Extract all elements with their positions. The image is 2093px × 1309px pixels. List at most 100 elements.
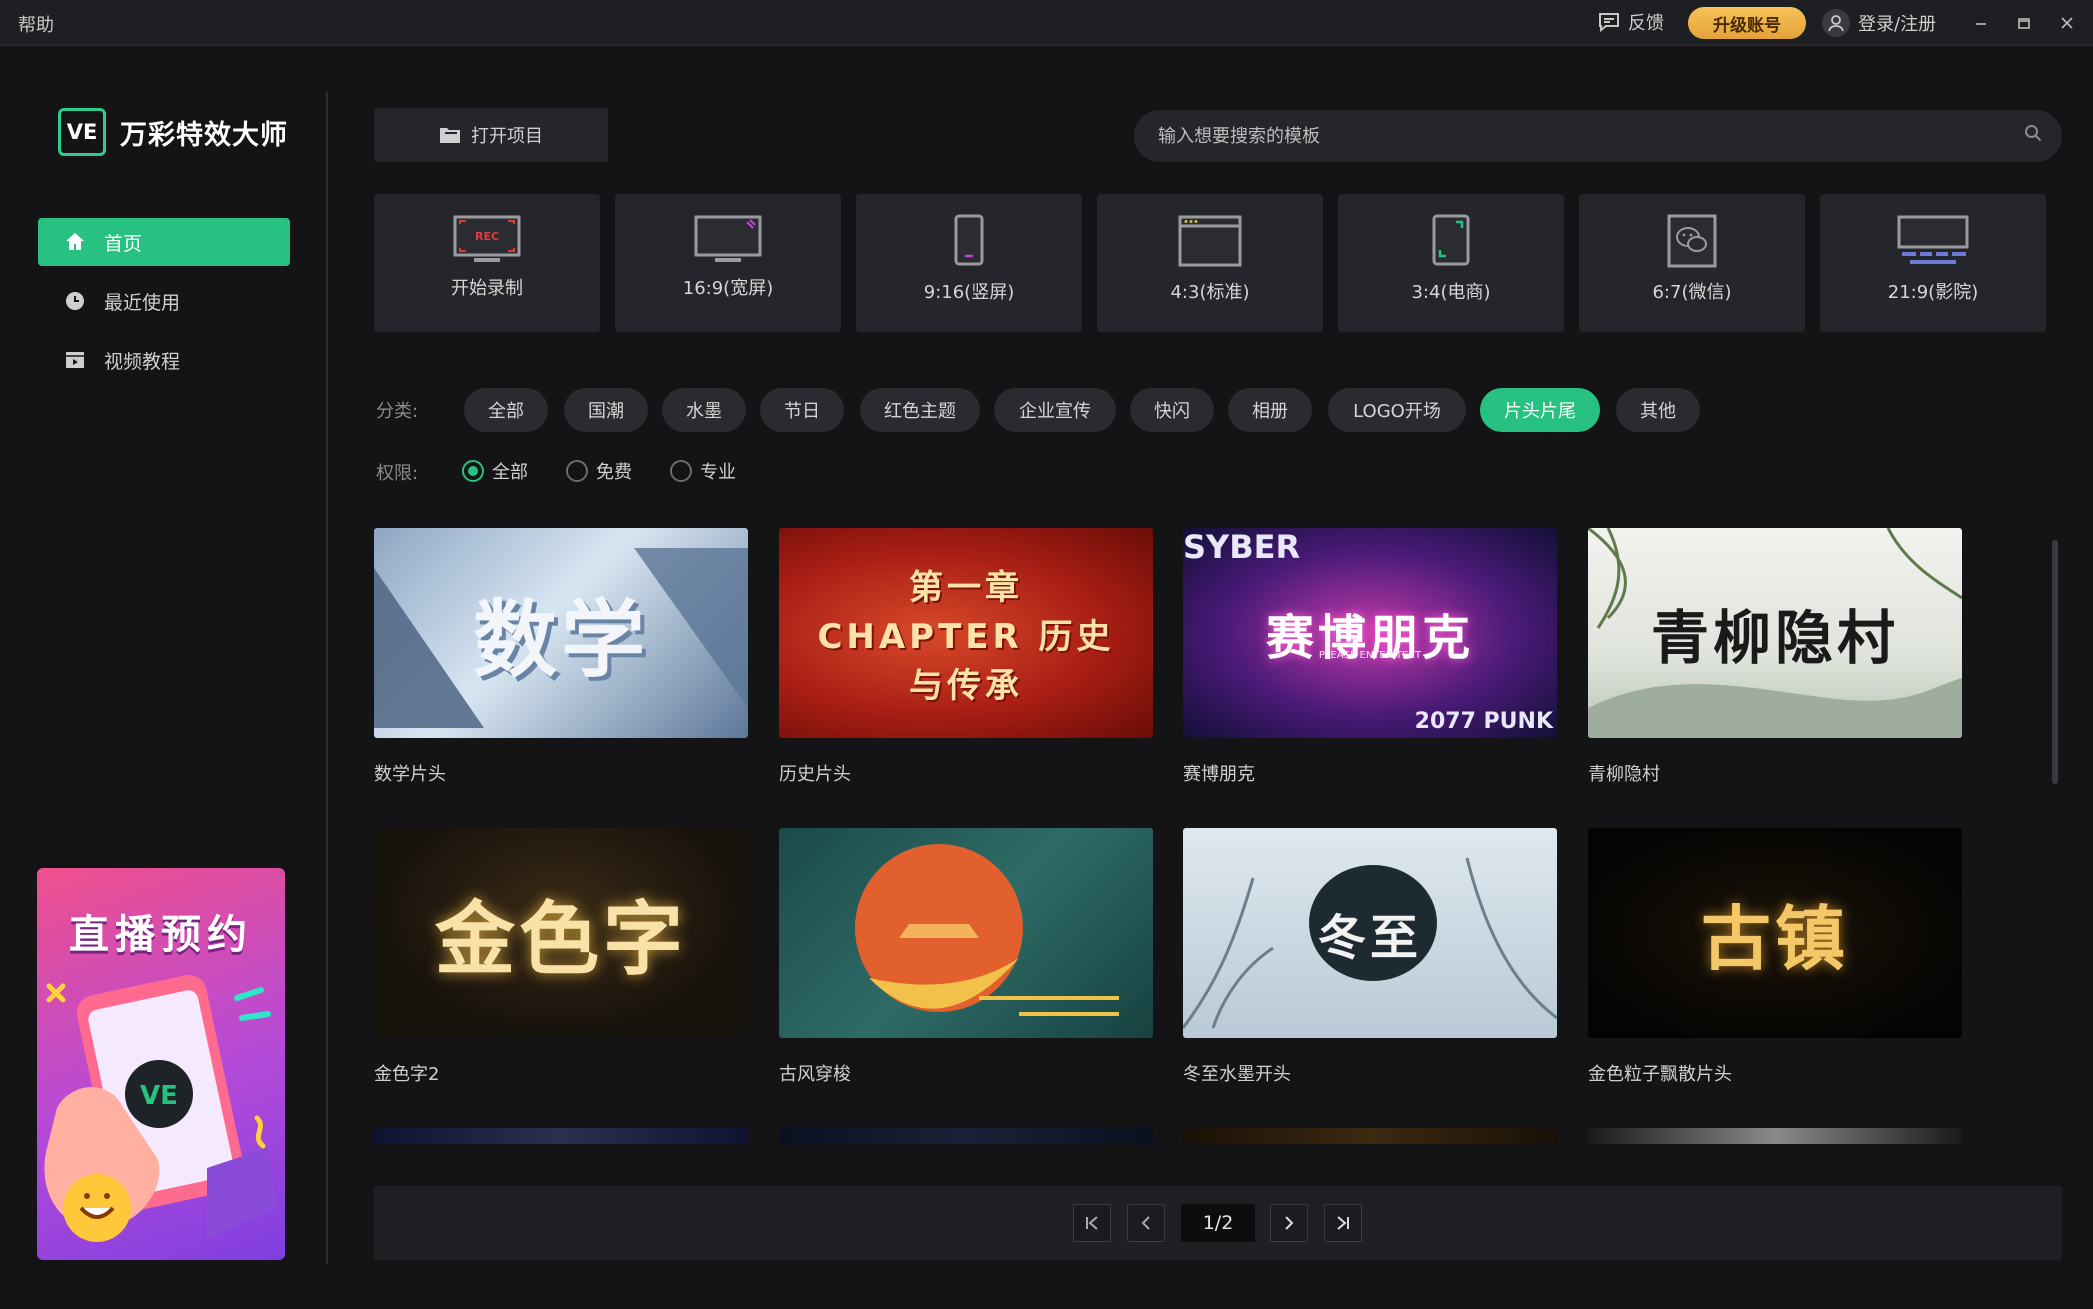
template-name: 赛博朋克	[1183, 764, 1255, 785]
clock-icon	[66, 292, 84, 310]
open-project-label: 打开项目	[471, 126, 543, 147]
template-thumbnail: 古镇	[1588, 828, 1962, 1038]
category-chip-corporate[interactable]: 企业宣传	[994, 388, 1116, 432]
ratio-card-6-7[interactable]: 6:7(微信)	[1579, 194, 1805, 332]
ratio-label: 21:9(影院)	[1887, 282, 1979, 303]
category-chip-red-theme[interactable]: 红色主题	[860, 388, 980, 432]
radio-label: 全部	[492, 462, 528, 483]
category-chip-intro-outro[interactable]: 片头片尾	[1480, 388, 1600, 432]
category-chip-logo-opening[interactable]: LOGO开场	[1328, 388, 1466, 432]
template-thumbnail: SYBER 2077 PUNK 赛博朋克 PLEASE ENTER TEXT	[1183, 528, 1557, 738]
category-chip-ink[interactable]: 水墨	[662, 388, 746, 432]
sidebar-item-label: 首页	[104, 232, 143, 255]
upgrade-account-button[interactable]: 升级账号	[1688, 7, 1806, 39]
feedback-button[interactable]: 反馈	[1598, 9, 1664, 35]
radio-label: 专业	[700, 462, 736, 483]
template-card-gold-text[interactable]: 金色字 金色字2	[374, 828, 748, 1086]
category-chip-other[interactable]: 其他	[1616, 388, 1700, 432]
previous-page-button[interactable]	[1127, 1204, 1165, 1242]
login-register-button[interactable]: 登录/注册	[1822, 9, 1936, 37]
template-thumbnail: 数学	[374, 528, 748, 738]
permission-radio-all[interactable]: 全部	[462, 458, 528, 484]
category-chip-all[interactable]: 全部	[464, 388, 548, 432]
banner-ve-badge: VE	[140, 1081, 178, 1111]
wechat-icon	[1667, 214, 1717, 268]
app-logo: VE 万彩特效大师	[58, 108, 288, 156]
template-sub-text: PLEASE ENTER TEXT	[1318, 650, 1422, 661]
first-page-button[interactable]	[1073, 1204, 1111, 1242]
category-chip-festival[interactable]: 节日	[760, 388, 844, 432]
template-search-input[interactable]	[1134, 110, 2062, 162]
ratio-card-16-9[interactable]: 16:9(宽屏)	[615, 194, 841, 332]
template-thumbnail: 第一章 CHAPTER 历史与传承	[779, 528, 1153, 738]
svg-text:REC: REC	[475, 230, 499, 243]
permission-radio-free[interactable]: 免费	[566, 458, 632, 484]
radio-indicator	[566, 460, 588, 482]
ratio-card-9-16[interactable]: 9:16(竖屏)	[856, 194, 1082, 332]
radio-indicator	[462, 460, 484, 482]
category-chip-guochao[interactable]: 国潮	[564, 388, 648, 432]
open-project-button[interactable]: 打开项目	[374, 108, 608, 162]
last-page-button[interactable]	[1324, 1204, 1362, 1242]
template-art-text: 古镇	[1701, 897, 1849, 980]
sidebar-item-home[interactable]: 首页	[38, 218, 290, 266]
template-card-partial[interactable]	[374, 1128, 748, 1144]
template-card-qingliu-village[interactable]: 青柳隐村 青柳隐村	[1588, 528, 1962, 786]
template-card-gold-particles[interactable]: 古镇 金色粒子飘散片头	[1588, 828, 1962, 1086]
minimize-button[interactable]	[1966, 8, 1996, 38]
template-thumbnail: 青柳隐村	[1588, 528, 1962, 738]
chevron-right-icon	[1285, 1216, 1294, 1230]
template-thumbnail	[779, 828, 1153, 1038]
template-card-winter-ink[interactable]: 冬至 冬至水墨开头	[1183, 828, 1557, 1086]
permission-filter-label: 权限:	[376, 463, 419, 484]
last-page-icon	[1337, 1216, 1349, 1230]
ratio-card-3-4[interactable]: 3:4(电商)	[1338, 194, 1564, 332]
template-name: 金色字2	[374, 1064, 440, 1085]
next-page-button[interactable]	[1270, 1204, 1308, 1242]
feedback-icon	[1599, 13, 1619, 32]
sidebar-item-tutorials[interactable]: 视频教程	[38, 336, 290, 384]
ratio-label: 3:4(电商)	[1411, 282, 1491, 303]
category-chip-album[interactable]: 相册	[1228, 388, 1312, 432]
home-icon	[66, 233, 84, 250]
close-button[interactable]	[2052, 8, 2082, 38]
ratio-label: 16:9(宽屏)	[682, 278, 774, 299]
template-name: 古风穿梭	[779, 1064, 851, 1085]
template-corner-text: 2077 PUNK	[1414, 709, 1553, 734]
chevron-left-icon	[1141, 1216, 1150, 1230]
ratio-label: 4:3(标准)	[1170, 282, 1250, 303]
template-card-partial[interactable]	[1588, 1128, 1962, 1144]
record-screen-icon: REC	[453, 215, 521, 262]
template-card-partial[interactable]	[1183, 1128, 1557, 1144]
permission-radio-pro[interactable]: 专业	[670, 458, 736, 484]
close-icon	[2061, 17, 2073, 29]
maximize-icon	[2018, 18, 2030, 29]
logo-mark: VE	[58, 108, 106, 156]
phone-hand-illustration: VE	[44, 975, 277, 1242]
title-bar: 帮助 反馈 升级账号 登录/注册	[0, 0, 2093, 46]
ratio-card-record[interactable]: REC 开始录制	[374, 194, 600, 332]
template-card-ancient-shuttle[interactable]: 古风穿梭	[779, 828, 1153, 1086]
page-indicator: 1/2	[1181, 1204, 1255, 1242]
live-booking-banner[interactable]: 直播预约 VE	[37, 868, 285, 1260]
maximize-button[interactable]	[2009, 8, 2039, 38]
help-menu[interactable]: 帮助	[18, 11, 54, 37]
template-art-text: 第一章 CHAPTER 历史与传承	[817, 567, 1115, 706]
vertical-scrollbar[interactable]	[2052, 540, 2058, 784]
search-icon[interactable]	[2024, 124, 2042, 142]
ratio-card-21-9[interactable]: 21:9(影院)	[1820, 194, 2046, 332]
template-card-partial[interactable]	[779, 1128, 1153, 1144]
feedback-label: 反馈	[1628, 13, 1664, 34]
template-corner-text: SYBER	[1183, 528, 1301, 566]
folder-icon	[440, 128, 460, 143]
template-card-history[interactable]: 第一章 CHAPTER 历史与传承 历史片头	[779, 528, 1153, 786]
template-art-text: 青柳隐村	[1650, 604, 1899, 672]
ratio-card-4-3[interactable]: 4:3(标准)	[1097, 194, 1323, 332]
sidebar-item-recent[interactable]: 最近使用	[38, 277, 290, 325]
template-card-math[interactable]: 数学 数学片头	[374, 528, 748, 786]
login-label: 登录/注册	[1858, 14, 1937, 35]
radio-indicator	[670, 460, 692, 482]
category-chip-flash[interactable]: 快闪	[1130, 388, 1214, 432]
cinema-screen-icon	[1897, 215, 1969, 264]
template-card-cyberpunk[interactable]: SYBER 2077 PUNK 赛博朋克 PLEASE ENTER TEXT 赛…	[1183, 528, 1557, 786]
